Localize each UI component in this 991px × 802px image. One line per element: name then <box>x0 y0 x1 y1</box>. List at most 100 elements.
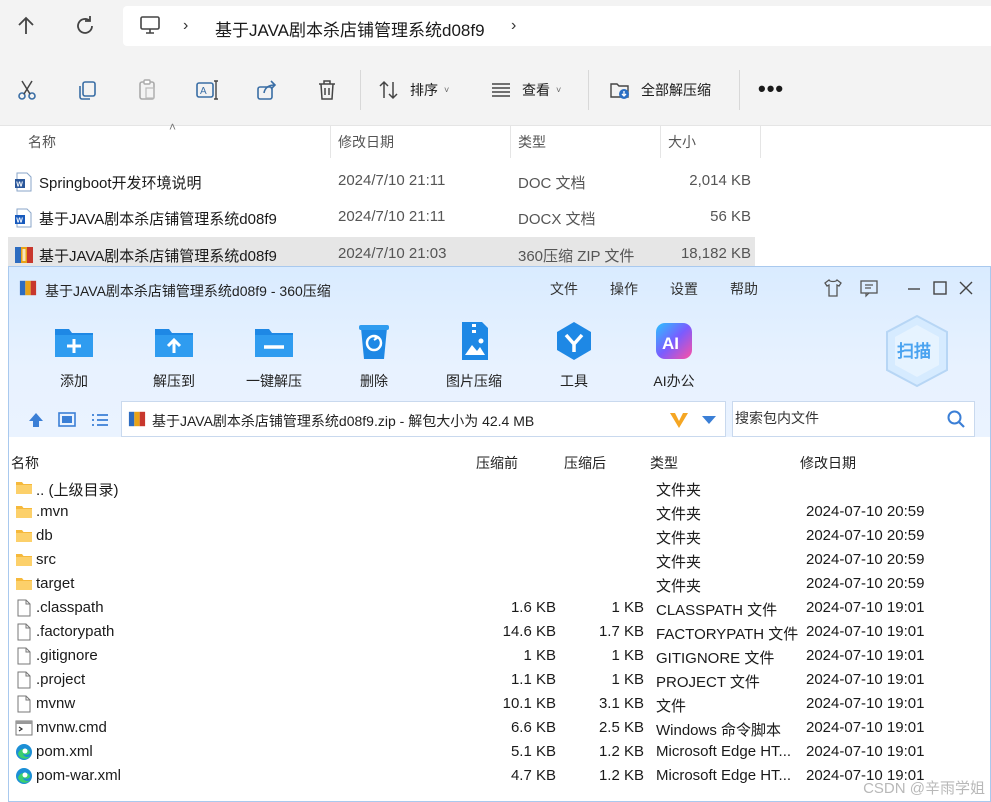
sort-label: 排序 <box>410 82 438 98</box>
archive-row[interactable]: .classpath 1.6 KB 1 KB CLASSPATH 文件 2024… <box>9 596 990 620</box>
up-level-icon[interactable] <box>25 409 47 431</box>
archive-row[interactable]: mvnw.cmd 6.6 KB 2.5 KB Windows 命令脚本 2024… <box>9 716 990 740</box>
archive-search-box[interactable] <box>732 401 975 437</box>
menu-settings[interactable]: 设置 <box>670 279 698 299</box>
archive-row[interactable]: db 文件夹 2024-07-10 20:59 <box>9 524 990 548</box>
entry-size-before: 14.6 KB <box>502 623 556 640</box>
menu-file[interactable]: 文件 <box>550 279 578 299</box>
archive-path-bar[interactable]: 基于JAVA剧本杀店铺管理系统d08f9.zip - 解包大小为 42.4 MB <box>121 401 726 437</box>
feedback-icon[interactable] <box>858 277 880 299</box>
entry-date: 2024-07-10 19:01 <box>806 743 925 760</box>
file-icon <box>17 647 31 665</box>
archive-row[interactable]: target 文件夹 2024-07-10 20:59 <box>9 572 990 596</box>
archive-row[interactable]: src 文件夹 2024-07-10 20:59 <box>9 548 990 572</box>
folder-icon <box>16 554 32 566</box>
file-row[interactable]: W 基于JAVA剧本杀店铺管理系统d08f9 2024/7/10 21:11 D… <box>8 200 755 234</box>
image-compress-button[interactable]: 图片压缩 <box>434 319 514 391</box>
entry-size-after: 1 KB <box>611 599 644 616</box>
entry-date: 2024-07-10 20:59 <box>806 527 925 544</box>
archive-row[interactable]: .factorypath 14.6 KB 1.7 KB FACTORYPATH … <box>9 620 990 644</box>
file-type: 360压缩 ZIP 文件 <box>518 248 635 265</box>
column-header-name[interactable]: 名称 <box>28 126 56 158</box>
file-row[interactable]: W Springboot开发环境说明 2024/7/10 21:11 DOC 文… <box>8 164 755 198</box>
entry-type: 文件夹 <box>656 530 702 547</box>
scan-button[interactable]: 扫描 <box>883 313 951 389</box>
column-divider[interactable] <box>330 126 331 158</box>
archive-row[interactable]: mvnw 10.1 KB 3.1 KB 文件 2024-07-10 19:01 <box>9 692 990 716</box>
delete-recycle-icon <box>359 325 389 359</box>
zip-column-name[interactable]: 名称 <box>11 453 39 473</box>
add-label: 添加 <box>60 373 88 389</box>
thumbnail-view-icon[interactable] <box>56 409 78 431</box>
copy-icon[interactable] <box>75 78 99 102</box>
archive-row[interactable]: .gitignore 1 KB 1 KB GITIGNORE 文件 2024-0… <box>9 644 990 668</box>
list-view-icon[interactable] <box>89 409 111 431</box>
column-divider[interactable] <box>660 126 661 158</box>
archive-row[interactable]: pom.xml 5.1 KB 1.2 KB Microsoft Edge HT.… <box>9 740 990 764</box>
more-options-button[interactable]: ••• <box>758 78 784 100</box>
archive-row[interactable]: .mvn 文件夹 2024-07-10 20:59 <box>9 500 990 524</box>
ai-office-button[interactable]: AI AI办公 <box>634 319 714 391</box>
cut-icon[interactable] <box>15 78 39 102</box>
file-name: Springboot开发环境说明 <box>39 175 202 192</box>
entry-name: mvnw.cmd <box>36 719 107 736</box>
zip-column-before[interactable]: 压缩前 <box>476 453 518 473</box>
breadcrumb-chevron-icon[interactable]: › <box>511 17 516 35</box>
entry-type: 文件夹 <box>656 506 702 523</box>
search-icon[interactable] <box>946 409 966 429</box>
address-bar[interactable]: › 基于JAVA剧本杀店铺管理系统d08f9 › <box>123 6 991 46</box>
menu-help[interactable]: 帮助 <box>730 279 758 299</box>
archive-row[interactable]: .project 1.1 KB 1 KB PROJECT 文件 2024-07-… <box>9 668 990 692</box>
zip-column-after[interactable]: 压缩后 <box>564 453 606 473</box>
sort-button[interactable]: 排序 ˅ <box>378 78 449 102</box>
delete-trash-icon[interactable] <box>315 78 339 102</box>
breadcrumb-path[interactable]: 基于JAVA剧本杀店铺管理系统d08f9 <box>215 16 485 41</box>
column-header-date[interactable]: 修改日期 <box>338 126 394 158</box>
view-button[interactable]: 查看 ˅ <box>490 78 561 102</box>
up-arrow-icon[interactable] <box>12 12 40 40</box>
column-divider[interactable] <box>760 126 761 158</box>
refresh-icon[interactable] <box>71 12 99 40</box>
rename-icon[interactable]: A <box>195 78 219 102</box>
entry-name: pom-war.xml <box>36 767 122 784</box>
share-icon[interactable] <box>255 78 279 102</box>
column-header-size[interactable]: 大小 <box>668 126 696 158</box>
menu-operation[interactable]: 操作 <box>610 279 638 299</box>
close-icon[interactable] <box>955 277 977 299</box>
one-click-extract-label: 一键解压 <box>246 373 302 389</box>
archive-search-input[interactable] <box>735 410 935 426</box>
scan-label: 扫描 <box>897 341 931 362</box>
extract-to-button[interactable]: 解压到 <box>134 319 214 391</box>
delete-button[interactable]: 删除 <box>334 319 414 391</box>
minimize-icon[interactable] <box>903 277 925 299</box>
maximize-icon[interactable] <box>929 277 951 299</box>
v-badge-icon[interactable] <box>668 410 690 430</box>
add-button[interactable]: 添加 <box>34 319 114 391</box>
image-compress-label: 图片压缩 <box>446 373 502 389</box>
extract-folder-icon <box>610 83 629 99</box>
column-divider[interactable] <box>510 126 511 158</box>
computer-icon[interactable] <box>139 15 161 40</box>
tools-button[interactable]: 工具 <box>534 319 614 391</box>
zip-archive-icon <box>15 247 33 263</box>
entry-date: 2024-07-10 19:01 <box>806 719 925 736</box>
extract-all-button[interactable]: 全部解压缩 <box>609 78 711 102</box>
archive-row[interactable]: pom-war.xml 4.7 KB 1.2 KB Microsoft Edge… <box>9 764 990 788</box>
zip-column-date[interactable]: 修改日期 <box>800 453 856 473</box>
entry-date: 2024-07-10 20:59 <box>806 551 925 568</box>
cmd-script-icon <box>15 720 33 736</box>
chevron-down-icon: ˅ <box>444 85 450 95</box>
entry-size-before: 1 KB <box>523 647 556 664</box>
one-click-extract-button[interactable]: 一键解压 <box>234 319 314 391</box>
folder-icon <box>16 530 32 542</box>
zip-column-type[interactable]: 类型 <box>650 453 678 473</box>
paste-icon[interactable] <box>135 78 159 102</box>
column-header-type[interactable]: 类型 <box>518 126 546 158</box>
entry-name: mvnw <box>36 695 76 712</box>
path-dropdown-icon[interactable] <box>702 416 716 424</box>
skin-shirt-icon[interactable] <box>822 277 844 299</box>
extract-all-label: 全部解压缩 <box>641 82 711 98</box>
breadcrumb-chevron-icon[interactable]: › <box>183 17 188 35</box>
archive-row[interactable]: .. (上级目录) 文件夹 <box>9 476 990 500</box>
entry-name: db <box>36 527 53 544</box>
